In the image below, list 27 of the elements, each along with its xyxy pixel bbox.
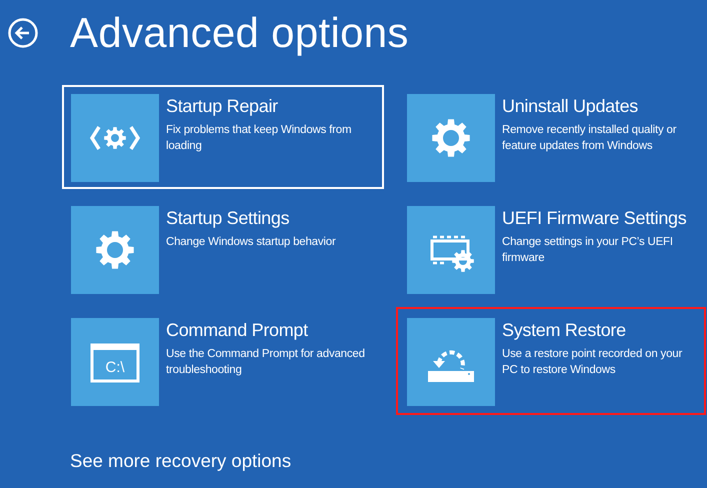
option-description: Change settings in your PC’s UEFI firmware bbox=[502, 235, 674, 266]
option-tile[interactable]: C:\ Command Prompt Use the Command Prompt for advanced troubleshooting bbox=[62, 309, 384, 413]
option-tile[interactable]: Startup Settings Change Windows startup behavior bbox=[62, 197, 384, 301]
option-tile[interactable]: UEFI Firmware Settings Change settings in your PC’s UEFI firmware bbox=[398, 197, 704, 301]
option-title: Uninstall Updates bbox=[502, 95, 639, 118]
option-description: Remove recently installed quality or feature updates from Windows bbox=[502, 123, 678, 154]
repair-gear-icon bbox=[90, 126, 140, 150]
gear-icon bbox=[96, 231, 134, 269]
option-description: Fix problems that keep Windows from loading bbox=[166, 123, 352, 154]
option-tile[interactable]: Startup Repair Fix problems that keep Windows from loading bbox=[62, 85, 384, 189]
console-icon: C:\ bbox=[90, 344, 140, 382]
chip-gear-icon bbox=[430, 236, 474, 272]
page-title: Advanced options bbox=[70, 8, 409, 58]
option-description: Use the Command Prompt for advanced troubleshooting bbox=[166, 347, 366, 378]
back-icon[interactable] bbox=[8, 18, 38, 48]
option-description: Use a restore point recorded on your PC to restore Windows bbox=[502, 347, 684, 378]
option-title: UEFI Firmware Settings bbox=[502, 207, 688, 230]
option-description: Change Windows startup behavior bbox=[166, 235, 336, 250]
option-title: System Restore bbox=[502, 319, 627, 342]
gear-icon bbox=[432, 119, 470, 157]
option-title: Startup Repair bbox=[166, 95, 279, 118]
restore-drive-icon bbox=[428, 350, 474, 382]
option-title: Command Prompt bbox=[166, 319, 309, 342]
option-tile[interactable]: Uninstall Updates Remove recently installed quality or feature updates from Windows bbox=[398, 85, 704, 189]
option-tile[interactable]: System Restore Use a restore point recorded on your PC to restore Windows bbox=[398, 309, 704, 413]
option-title: Startup Settings bbox=[166, 207, 290, 230]
recovery-options-link[interactable]: See more recovery options bbox=[70, 449, 292, 473]
